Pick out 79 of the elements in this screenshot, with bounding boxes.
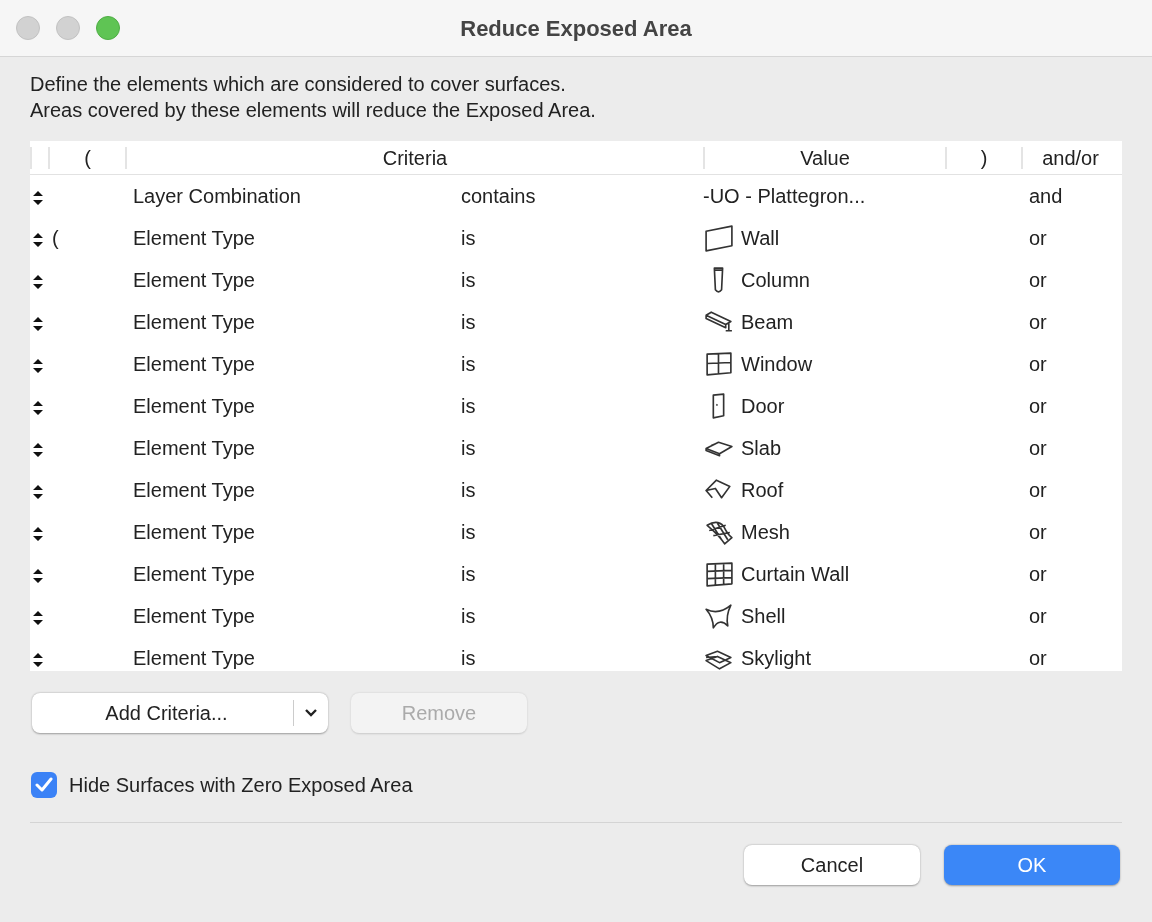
operator-cell[interactable]: is [461, 521, 476, 543]
window-icon [703, 349, 735, 379]
conjunction-cell[interactable]: or [1029, 437, 1047, 459]
description-text: Areas covered by these elements will reduce the Exposed Area. [30, 98, 597, 123]
element-name[interactable]: Curtain Wall [741, 559, 850, 589]
conjunction-cell[interactable]: or [1029, 353, 1047, 375]
conjunction-cell[interactable]: or [1029, 647, 1047, 669]
operator-cell[interactable]: is [461, 563, 476, 585]
table-header[interactable]: ( [48, 146, 125, 169]
window-title: Reduce Exposed Area [460, 16, 692, 41]
table-header[interactable]: and/or [1021, 146, 1118, 169]
cancel-button[interactable]: Cancel [744, 845, 920, 885]
operator-cell[interactable]: is [461, 437, 476, 459]
reorder-handle-icon[interactable] [31, 398, 45, 417]
criterion-cell[interactable]: Element Type [133, 437, 255, 459]
criterion-cell[interactable]: Element Type [133, 395, 255, 417]
reorder-handle-icon[interactable] [31, 524, 45, 543]
conjunction-cell[interactable]: or [1029, 311, 1047, 333]
criterion-cell[interactable]: Element Type [133, 227, 255, 249]
reorder-handle-icon[interactable] [31, 230, 45, 249]
reorder-handle-icon[interactable] [31, 440, 45, 459]
grid-icon [703, 559, 735, 589]
criterion-cell[interactable]: Element Type [133, 647, 255, 669]
criterion-cell[interactable]: Element Type [133, 521, 255, 543]
conjunction-cell[interactable]: or [1029, 479, 1047, 501]
criterion-cell[interactable]: Layer Combination [133, 185, 301, 207]
criterion-cell[interactable]: Element Type [133, 311, 255, 333]
table-header[interactable]: ) [945, 146, 1021, 169]
conjunction-cell[interactable]: or [1029, 269, 1047, 291]
caret-icon[interactable] [304, 708, 318, 718]
operator-cell[interactable]: is [461, 395, 476, 417]
element-name[interactable]: -UO - Plattegron... [703, 181, 866, 211]
operator-cell[interactable]: is [461, 647, 476, 669]
element-name[interactable]: Column [741, 265, 810, 295]
ok-button[interactable]: OK [944, 845, 1120, 885]
element-name[interactable]: Roof [741, 475, 784, 505]
shell-icon [703, 601, 735, 631]
operator-cell[interactable]: is [461, 311, 476, 333]
element-name[interactable]: Shell [741, 601, 786, 631]
open-paren: ( [52, 227, 59, 249]
operator-cell[interactable]: is [461, 269, 476, 291]
criterion-cell[interactable]: Element Type [133, 563, 255, 585]
element-name[interactable]: Wall [741, 223, 780, 253]
operator-cell[interactable]: is [461, 353, 476, 375]
element-name[interactable]: Door [741, 391, 785, 421]
wall-icon [703, 223, 735, 253]
reorder-handle-icon[interactable] [31, 566, 45, 585]
reorder-handle-icon[interactable] [31, 650, 45, 669]
operator-cell[interactable]: is [461, 227, 476, 249]
reorder-handle-icon[interactable] [31, 188, 45, 207]
conjunction-cell[interactable]: and [1029, 185, 1063, 207]
element-name[interactable]: Window [741, 349, 813, 379]
reorder-handle-icon[interactable] [31, 314, 45, 333]
reorder-handle-icon[interactable] [31, 356, 45, 375]
add-criteria-button[interactable]: Add Criteria... [32, 693, 328, 733]
operator-cell[interactable]: contains [461, 185, 536, 207]
conjunction-cell[interactable]: or [1029, 521, 1047, 543]
table-header[interactable]: Criteria [125, 146, 703, 169]
element-name[interactable]: Skylight [741, 643, 812, 671]
reorder-handle-icon[interactable] [31, 482, 45, 501]
operator-cell[interactable]: is [461, 605, 476, 627]
reorder-handle-icon[interactable] [31, 608, 45, 627]
criterion-cell[interactable]: Element Type [133, 479, 255, 501]
conjunction-cell[interactable]: or [1029, 563, 1047, 585]
table-header[interactable]: Value [703, 146, 945, 169]
conjunction-cell[interactable]: or [1029, 605, 1047, 627]
conjunction-cell[interactable]: or [1029, 227, 1047, 249]
element-name[interactable]: Slab [741, 433, 782, 463]
criterion-cell[interactable]: Element Type [133, 269, 255, 291]
conjunction-cell[interactable]: or [1029, 395, 1047, 417]
element-name[interactable]: Beam [741, 307, 794, 337]
criterion-cell[interactable]: Element Type [133, 353, 255, 375]
checkbox[interactable] [31, 772, 57, 798]
operator-cell[interactable]: is [461, 479, 476, 501]
description-text: Define the elements which are considered to cover surfaces. [30, 72, 567, 97]
checkbox-label[interactable]: Hide Surfaces with Zero Exposed Area [69, 770, 413, 800]
element-name[interactable]: Mesh [741, 517, 790, 547]
reorder-handle-icon[interactable] [31, 272, 45, 291]
criterion-cell[interactable]: Element Type [133, 605, 255, 627]
